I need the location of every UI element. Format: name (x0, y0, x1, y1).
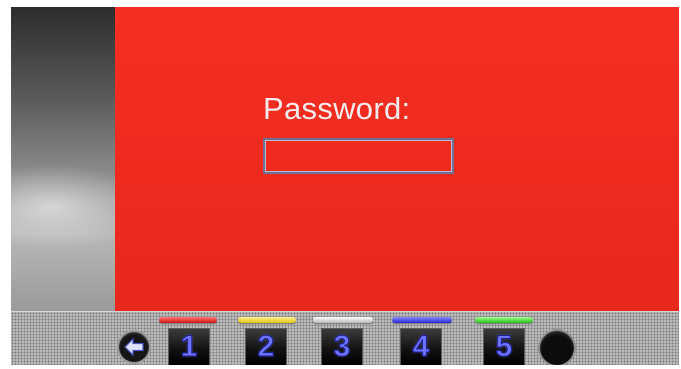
color-bar-blue (392, 317, 452, 323)
password-panel: Password: (115, 7, 679, 311)
number-button-4[interactable]: 4 (401, 329, 441, 365)
number-button-5[interactable]: 5 (484, 329, 524, 365)
number-button-1[interactable]: 1 (169, 329, 209, 365)
number-button-2[interactable]: 2 (246, 329, 286, 365)
color-bar-grey (313, 317, 373, 323)
number-button-label: 1 (180, 330, 198, 363)
color-bar-red (159, 317, 217, 323)
device-screen: Password: 1 2 3 4 5 (11, 7, 679, 365)
back-button[interactable] (119, 332, 149, 362)
number-button-label: 4 (412, 330, 430, 363)
number-button-label: 3 (333, 330, 351, 363)
color-bar-green (475, 317, 533, 323)
number-button-3[interactable]: 3 (322, 329, 362, 365)
number-button-label: 2 (257, 330, 275, 363)
number-button-label: 5 (495, 330, 513, 363)
bottom-toolbar: 1 2 3 4 5 (11, 311, 679, 365)
side-panel (11, 7, 115, 311)
arrow-left-icon (124, 337, 144, 357)
circle-button[interactable] (540, 331, 574, 365)
password-label: Password: (263, 91, 411, 126)
color-bar-yellow (238, 317, 296, 323)
password-input[interactable] (263, 138, 454, 174)
